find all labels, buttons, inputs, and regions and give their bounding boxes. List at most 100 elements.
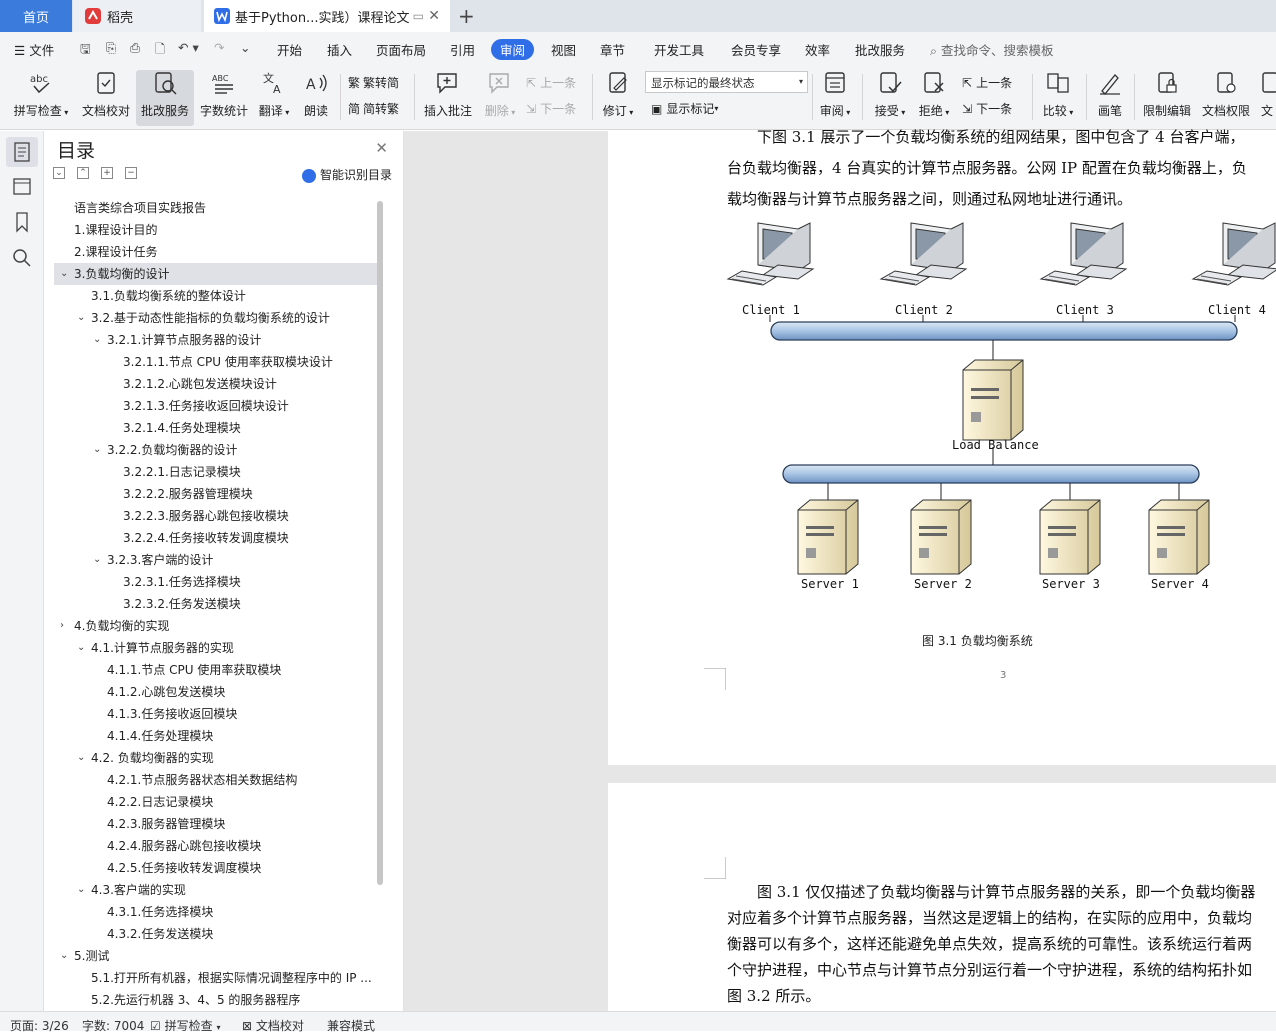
toc-item[interactable]: 3.2.2.4.任务接收转发调度模块 — [54, 527, 379, 549]
insert-comment-button[interactable]: 插入批注 — [420, 70, 476, 126]
accept-change-button[interactable]: 接受 ▾ — [870, 70, 910, 126]
page-indicator[interactable]: 页面: 3/26 — [10, 1017, 69, 1034]
tab-daoke[interactable]: 稻壳 — [73, 0, 201, 32]
toc-item[interactable]: 4.1.1.节点 CPU 使用率获取模块 — [54, 659, 379, 681]
collapse-all-icon[interactable]: ⌄ — [53, 167, 65, 179]
delete-comment-button[interactable]: 删除 ▾ — [480, 70, 520, 126]
chevron-down-icon[interactable]: ⌄ — [77, 879, 85, 901]
ribbon-overflow-button[interactable]: 文 — [1258, 70, 1276, 126]
add-heading-icon[interactable]: + — [101, 167, 113, 179]
simp-to-trad-button[interactable]: 简简转繁 — [348, 100, 399, 117]
command-search[interactable]: ⌕ 查找命令、搜索模板 — [930, 40, 1054, 59]
search-icon[interactable] — [10, 246, 34, 270]
chevron-down-icon[interactable]: ⌄ — [93, 549, 101, 571]
toc-scrollbar[interactable] — [377, 201, 383, 885]
pen-button[interactable]: 画笔 — [1092, 70, 1128, 126]
chevron-down-icon[interactable]: ⌄ — [77, 747, 85, 769]
toc-item[interactable]: 3.1.负载均衡系统的整体设计 — [54, 285, 379, 307]
undo-icon[interactable]: ↶ ▾ — [178, 40, 199, 55]
toc-item[interactable]: 5.1.打开所有机器，根据实际情况调整程序中的 IP ... — [54, 967, 379, 989]
quick-access-more-icon[interactable]: ⌄ — [240, 40, 250, 55]
toc-item[interactable]: 4.1.2.心跳包发送模块 — [54, 681, 379, 703]
spell-check-button[interactable]: abc 拼写检查 ▾ — [8, 70, 74, 126]
word-count-indicator[interactable]: 字数: 7004 — [82, 1017, 144, 1034]
toc-item[interactable]: 4.2.4.服务器心跳包接收模块 — [54, 835, 379, 857]
chevron-right-icon[interactable]: › — [60, 615, 64, 637]
toc-item[interactable]: ⌄ 3.2.3.客户端的设计 — [54, 549, 379, 571]
toc-item[interactable]: ⌄ 3.2.基于动态性能指标的负载均衡系统的设计 — [54, 307, 379, 329]
chevron-down-icon[interactable]: ⌄ — [93, 439, 101, 461]
toc-item[interactable]: 3.2.1.4.任务处理模块 — [54, 417, 379, 439]
toc-item[interactable]: ⌄ 4.3.客户端的实现 — [54, 879, 379, 901]
expand-up-icon[interactable]: ⌃ — [77, 167, 89, 179]
review-pane-button[interactable]: 审阅 ▾ — [816, 70, 854, 126]
chevron-down-icon[interactable]: ⌄ — [93, 329, 101, 351]
toc-item[interactable]: 1.课程设计目的 — [54, 219, 379, 241]
toc-item[interactable]: 4.2.1.节点服务器状态相关数据结构 — [54, 769, 379, 791]
close-icon[interactable]: ✕ — [375, 139, 388, 157]
toc-item[interactable]: 4.3.2.任务发送模块 — [54, 923, 379, 945]
menu-efficiency[interactable]: 效率 — [805, 40, 830, 59]
toc-item[interactable]: 3.2.1.3.任务接收返回模块设计 — [54, 395, 379, 417]
toc-item[interactable]: 语言类综合项目实践报告 — [54, 197, 379, 219]
toc-item[interactable]: 4.2.3.服务器管理模块 — [54, 813, 379, 835]
toc-item[interactable]: ⌄ 4.2. 负载均衡器的实现 — [54, 747, 379, 769]
previous-comment-button[interactable]: ⇱ 上一条 — [526, 74, 576, 91]
toc-item[interactable]: 3.2.2.3.服务器心跳包接收模块 — [54, 505, 379, 527]
new-tab-button[interactable]: + — [458, 0, 475, 32]
menu-insert[interactable]: 插入 — [327, 40, 352, 59]
next-change-button[interactable]: ⇲ 下一条 — [962, 100, 1012, 117]
document-permission-button[interactable]: 文档权限 — [1198, 70, 1254, 126]
menu-member[interactable]: 会员专享 — [731, 40, 781, 59]
export-pdf-icon[interactable]: ⎘ — [106, 40, 116, 56]
grading-service-button[interactable]: 批改服务 — [136, 70, 194, 126]
toc-item[interactable]: 4.2.2.日志记录模块 — [54, 791, 379, 813]
print-preview-icon[interactable]: 🗋 — [155, 40, 165, 61]
toc-item[interactable]: ⌄ 5.测试 — [54, 945, 379, 967]
tab-float-icon[interactable]: ▭ — [413, 9, 424, 23]
bookmark-icon[interactable] — [10, 210, 34, 234]
document-proof-button[interactable]: 文档校对 — [78, 70, 134, 126]
translate-button[interactable]: 文A 翻译 ▾ — [253, 70, 295, 126]
toc-item[interactable]: ⌄ 4.1.计算节点服务器的实现 — [54, 637, 379, 659]
menu-page-layout[interactable]: 页面布局 — [376, 40, 426, 59]
menu-start[interactable]: 开始 — [277, 40, 302, 59]
toc-item[interactable]: 3.2.1.2.心跳包发送模块设计 — [54, 373, 379, 395]
toc-item[interactable]: 3.2.2.1.日志记录模块 — [54, 461, 379, 483]
chevron-down-icon[interactable]: ⌄ — [60, 263, 68, 285]
toc-item[interactable]: 3.2.3.2.任务发送模块 — [54, 593, 379, 615]
toc-item[interactable]: ⌄ 3.2.1.计算节点服务器的设计 — [54, 329, 379, 351]
toc-item[interactable]: 4.3.1.任务选择模块 — [54, 901, 379, 923]
toc-item[interactable]: 4.2.5.任务接收转发调度模块 — [54, 857, 379, 879]
show-markup-button[interactable]: ▣ 显示标记 ▾ — [651, 100, 718, 117]
chevron-down-icon[interactable]: ⌄ — [77, 307, 85, 329]
toc-item[interactable]: 3.2.2.2.服务器管理模块 — [54, 483, 379, 505]
toc-item[interactable]: 3.2.3.1.任务选择模块 — [54, 571, 379, 593]
menu-developer[interactable]: 开发工具 — [654, 40, 704, 59]
menu-reference[interactable]: 引用 — [450, 40, 475, 59]
toc-item[interactable]: ⌄ 3.2.2.负载均衡器的设计 — [54, 439, 379, 461]
save-icon[interactable]: 🖫 — [80, 40, 91, 61]
menu-grading-service[interactable]: 批改服务 — [855, 40, 905, 59]
close-tab-icon[interactable]: ✕ — [428, 8, 440, 24]
menu-review[interactable]: 审阅 — [491, 39, 535, 60]
previous-change-button[interactable]: ⇱ 上一条 — [962, 74, 1012, 91]
restrict-editing-button[interactable]: 限制编辑 — [1140, 70, 1194, 126]
tab-home[interactable]: 首页 — [0, 0, 72, 32]
toc-item[interactable]: 4.1.3.任务接收返回模块 — [54, 703, 379, 725]
word-count-button[interactable]: ABC 字数统计 — [197, 70, 251, 126]
chapter-navigation-icon[interactable] — [10, 174, 34, 198]
toc-item[interactable]: 2.课程设计任务 — [54, 241, 379, 263]
status-spell-check[interactable]: ☑ 拼写检查 ▾ — [150, 1017, 220, 1034]
read-aloud-button[interactable]: A 朗读 — [298, 70, 334, 126]
print-icon[interactable]: ⎙ — [130, 40, 140, 56]
reject-change-button[interactable]: 拒绝 ▾ — [914, 70, 954, 126]
toc-icon[interactable] — [10, 140, 34, 164]
tab-document[interactable]: 基于Python...实践）课程论文 ▭ ✕ — [204, 0, 450, 32]
markup-state-select[interactable]: 显示标记的最终状态 ▾ — [645, 71, 808, 93]
toc-item[interactable]: › 4.负载均衡的实现 — [54, 615, 379, 637]
toc-item[interactable]: 3.2.1.1.节点 CPU 使用率获取模块设计 — [54, 351, 379, 373]
remove-heading-icon[interactable]: − — [125, 167, 137, 179]
compare-button[interactable]: 比较 ▾ — [1038, 70, 1078, 126]
smart-toc-button[interactable]: 智能识别目录 — [302, 166, 392, 183]
